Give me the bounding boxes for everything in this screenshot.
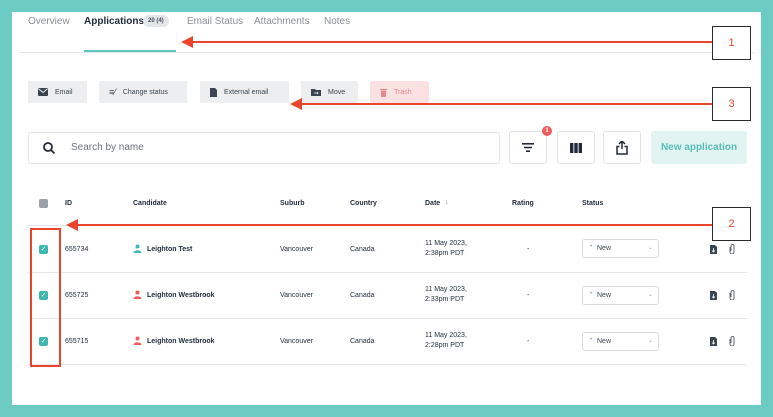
callout-1: 1 <box>712 26 751 60</box>
callout-2: 2 <box>712 207 751 241</box>
checkbox-highlight-box <box>30 228 61 367</box>
callout-3: 3 <box>712 87 751 121</box>
annotation-arrows <box>66 36 712 231</box>
